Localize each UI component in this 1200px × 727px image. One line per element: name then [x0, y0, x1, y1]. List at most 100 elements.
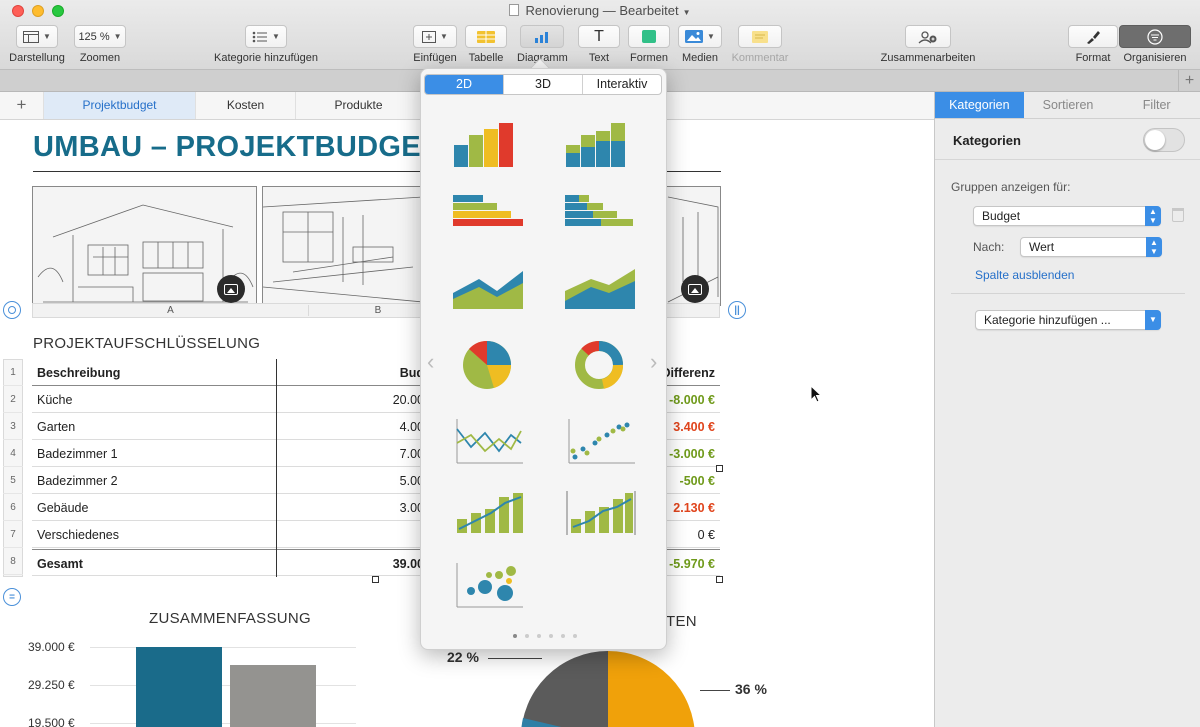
diagramm-button[interactable] — [520, 25, 564, 48]
column-header-a[interactable]: A — [33, 305, 309, 316]
group-select[interactable]: Budget ▲ ▼ — [973, 206, 1161, 226]
chart-type-mixed[interactable] — [449, 485, 529, 541]
toolbar-format[interactable]: Format — [1068, 25, 1118, 64]
chart-type-stacked-bar[interactable] — [561, 191, 641, 247]
segment-2d[interactable]: 2D — [425, 75, 503, 94]
kosten-pie-chart[interactable] — [520, 648, 700, 727]
toolbar-kategorie[interactable]: ▼ Kategorie hinzufügen — [208, 25, 324, 64]
page-indicator[interactable] — [421, 625, 668, 643]
row-number[interactable]: 6 — [3, 494, 23, 521]
house-sketch-image[interactable] — [32, 186, 257, 306]
page-dot[interactable] — [560, 634, 565, 638]
format-button[interactable] — [1068, 25, 1118, 48]
row-number[interactable]: 4 — [3, 440, 23, 467]
row-number[interactable]: 7 — [3, 521, 23, 548]
add-icon[interactable]: + — [1178, 70, 1200, 92]
chart-type-bar[interactable] — [449, 191, 529, 247]
row-add-handle[interactable]: = — [3, 588, 21, 606]
column-divider — [276, 359, 277, 577]
replace-image-button[interactable] — [217, 275, 245, 303]
resize-handle-bottom[interactable] — [372, 576, 379, 583]
chart-type-bubble[interactable] — [449, 557, 529, 613]
trash-icon[interactable] — [1172, 208, 1184, 222]
chart-type-donut[interactable] — [561, 337, 641, 393]
toolbar-darstellung[interactable]: ▼ Darstellung — [6, 25, 68, 64]
chart-type-scatter[interactable] — [561, 413, 641, 469]
toolbar-formen[interactable]: Formen — [628, 25, 670, 64]
replace-image-button-2[interactable] — [681, 275, 709, 303]
tab-produkte[interactable]: Produkte — [296, 92, 422, 119]
chart-type-pie[interactable] — [449, 337, 529, 393]
formen-button[interactable] — [628, 25, 670, 48]
chevron-down-icon[interactable]: ▼ — [683, 8, 691, 17]
segment-3d[interactable]: 3D — [503, 75, 582, 94]
add-category-select[interactable]: Kategorie hinzufügen ... ▼ — [975, 310, 1161, 330]
segment-interaktiv[interactable]: Interaktiv — [582, 75, 661, 94]
kategorie-button[interactable]: ▼ — [245, 25, 287, 48]
summary-bar-2[interactable] — [230, 665, 316, 727]
tab-kategorien[interactable]: Kategorien — [935, 92, 1024, 118]
medien-button[interactable]: ▼ — [678, 25, 722, 48]
tab-filter[interactable]: Filter — [1112, 92, 1200, 118]
row-number[interactable]: 2 — [3, 386, 23, 413]
summary-chart-title[interactable]: ZUSAMMENFASSUNG — [149, 610, 311, 627]
summary-bar-1[interactable] — [136, 647, 222, 727]
toolbar-kommentar[interactable]: Kommentar — [730, 25, 790, 64]
chart-type-two-axis[interactable] — [561, 485, 641, 541]
kosten-chart-title[interactable]: TEN — [666, 613, 697, 630]
chevron-right-icon[interactable]: › — [650, 349, 657, 375]
add-sheet-button[interactable]: + — [0, 92, 44, 119]
table-select-handle[interactable] — [3, 301, 21, 319]
toolbar-tabelle[interactable]: Tabelle — [465, 25, 507, 64]
kommentar-button[interactable] — [738, 25, 782, 48]
page-dot[interactable] — [536, 634, 541, 638]
row-number[interactable]: 3 — [3, 413, 23, 440]
toolbar-text[interactable]: T Text — [578, 25, 620, 64]
chevron-down-icon: ▼ — [707, 32, 715, 41]
cell-differenz: -500 € — [679, 474, 715, 488]
chart-type-stacked-column[interactable] — [561, 119, 641, 175]
chart-type-stacked-area[interactable] — [561, 261, 641, 317]
resize-handle-corner[interactable] — [716, 576, 723, 583]
darstellung-label: Darstellung — [9, 52, 65, 64]
hide-column-link[interactable]: Spalte ausblenden — [975, 268, 1074, 282]
nach-select[interactable]: Wert ▲ ▼ — [1020, 237, 1162, 257]
toolbar-einfuegen[interactable]: ▼ Einfügen — [410, 25, 460, 64]
section-title[interactable]: PROJEKTAUFSCHLÜSSELUNG — [33, 335, 260, 352]
zoom-select[interactable]: 125 % ▼ — [74, 25, 126, 48]
page-dot[interactable] — [512, 634, 517, 638]
toolbar-zusammenarbeiten[interactable]: Zusammenarbeiten — [878, 25, 978, 64]
row-number[interactable]: 8 — [3, 548, 23, 575]
text-button[interactable]: T — [578, 25, 620, 48]
tab-sortieren[interactable]: Sortieren — [1023, 92, 1113, 118]
chart-type-line[interactable] — [449, 413, 529, 469]
pie-slice-gray[interactable] — [521, 651, 608, 727]
page-dot[interactable] — [572, 634, 577, 638]
kategorien-toggle[interactable] — [1143, 128, 1185, 152]
chart-type-column[interactable] — [449, 119, 529, 175]
chevron-left-icon[interactable]: ‹ — [427, 349, 434, 375]
organisieren-button[interactable] — [1119, 25, 1191, 48]
toolbar-diagramm[interactable]: Diagramm — [517, 25, 568, 64]
column-add-handle[interactable]: || — [728, 301, 746, 319]
page-title[interactable]: UMBAU – PROJEKTBUDGET — [33, 131, 439, 164]
pie-slice-orange[interactable] — [608, 651, 695, 727]
toolbar-organisieren[interactable]: Organisieren — [1118, 25, 1192, 64]
toolbar-zoom[interactable]: 125 % ▼ Zoomen — [74, 25, 126, 64]
tabelle-button[interactable] — [465, 25, 507, 48]
row-number[interactable]: 5 — [3, 467, 23, 494]
darstellung-button[interactable]: ▼ — [16, 25, 58, 48]
page-dot[interactable] — [548, 634, 553, 638]
room-sketch-image[interactable] — [662, 186, 721, 306]
row-number[interactable]: 1 — [3, 359, 23, 386]
chart-type-area[interactable] — [449, 261, 529, 317]
einfuegen-button[interactable]: ▼ — [413, 25, 457, 48]
toolbar-medien[interactable]: ▼ Medien — [678, 25, 722, 64]
document-icon — [509, 4, 520, 16]
resize-handle-right[interactable] — [716, 465, 723, 472]
interior-sketch-image[interactable] — [262, 186, 422, 306]
tab-projektbudget[interactable]: Projektbudget — [44, 92, 196, 119]
page-dot[interactable] — [524, 634, 529, 638]
zusammenarbeiten-button[interactable] — [905, 25, 951, 48]
tab-kosten[interactable]: Kosten — [196, 92, 296, 119]
